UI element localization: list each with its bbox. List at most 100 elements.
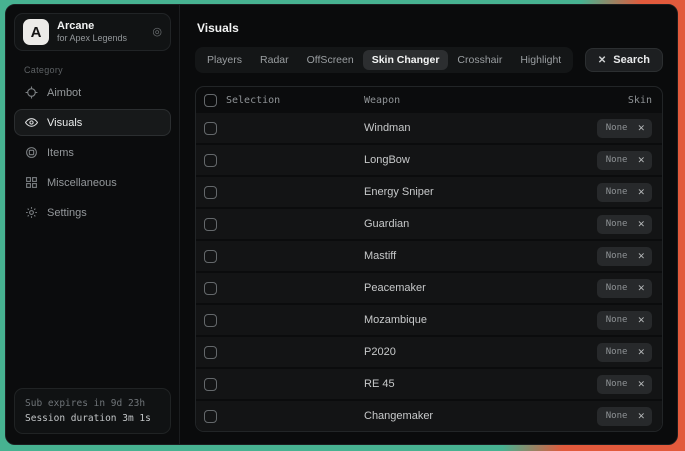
skin-value: None bbox=[606, 283, 628, 293]
table-row: Mastiff None ✕ bbox=[196, 241, 662, 271]
skin-value: None bbox=[606, 315, 628, 325]
weapon-name: Windman bbox=[364, 122, 572, 134]
table-row: Guardian None✕ bbox=[196, 209, 662, 239]
weapon-name: Mozambique bbox=[364, 314, 572, 326]
row-checkbox[interactable] bbox=[204, 218, 217, 231]
weapon-name: P2020 bbox=[364, 346, 572, 358]
table-row: LongBow None✕ bbox=[196, 145, 662, 175]
table-row: Energy Sniper None ✕ bbox=[196, 177, 662, 207]
page-title: Visuals bbox=[195, 17, 663, 47]
sidebar-item-items[interactable]: Items bbox=[14, 139, 171, 166]
clear-skin-icon[interactable]: ✕ bbox=[637, 315, 645, 326]
sidebar-item-miscellaneous[interactable]: Miscellaneous bbox=[14, 169, 171, 196]
profile-card: A Arcane for Apex Legends ◎ bbox=[14, 13, 171, 51]
toolbar: PlayersRadarOffScreenSkin ChangerCrossha… bbox=[195, 47, 663, 73]
sidebar-item-label: Settings bbox=[47, 207, 87, 219]
clear-skin-icon[interactable]: ✕ bbox=[637, 219, 645, 230]
app-logo: A bbox=[23, 19, 49, 45]
skin-select-chip[interactable]: None✕ bbox=[597, 151, 652, 170]
category-label: Category bbox=[24, 65, 171, 75]
skin-select-chip[interactable]: None ✕ bbox=[597, 119, 652, 138]
skin-table: Selection Weapon Skin WindmanNone✕LongBo… bbox=[195, 86, 663, 432]
tab-crosshair[interactable]: Crosshair bbox=[448, 50, 511, 70]
column-selection: Selection bbox=[226, 95, 280, 106]
tab-offscreen[interactable]: OffScreen bbox=[298, 50, 363, 70]
sidebar-item-settings[interactable]: Settings bbox=[14, 199, 171, 226]
select-all-checkbox[interactable] bbox=[204, 94, 217, 107]
clear-skin-icon[interactable]: ✕ bbox=[637, 411, 645, 422]
tab-radar[interactable]: Radar bbox=[251, 50, 298, 70]
weapon-name: RE 45 bbox=[364, 378, 572, 390]
sidebar-item-aimbot[interactable]: Aimbot bbox=[14, 79, 171, 106]
weapon-name: Energy Sniper bbox=[364, 186, 572, 198]
box-icon bbox=[25, 146, 38, 159]
sidebar-item-label: Items bbox=[47, 147, 74, 159]
table-row: P2020 None✕ bbox=[196, 337, 662, 367]
skin-select-chip[interactable]: None ✕ bbox=[597, 247, 652, 266]
row-checkbox[interactable] bbox=[204, 250, 217, 263]
sidebar: A Arcane for Apex Legends ◎ Category Aim… bbox=[6, 5, 179, 444]
table-row: Windman None ✕ bbox=[196, 113, 662, 143]
subscription-card: Sub expires in 9d 23h Session duration 3… bbox=[14, 388, 171, 434]
grid-icon bbox=[25, 176, 38, 189]
skin-select-chip[interactable]: None✕ bbox=[597, 343, 652, 362]
app-window: A Arcane for Apex Legends ◎ Category Aim… bbox=[5, 4, 678, 445]
clear-skin-icon[interactable]: ✕ bbox=[637, 379, 645, 390]
weapon-name: Mastiff bbox=[364, 250, 572, 262]
row-checkbox[interactable] bbox=[204, 122, 217, 135]
skin-value: None bbox=[606, 187, 628, 197]
table-header: Selection Weapon Skin bbox=[196, 87, 662, 113]
sub-expiry-text: Sub expires in 9d 23h bbox=[25, 396, 160, 411]
sidebar-item-label: Miscellaneous bbox=[47, 177, 117, 189]
skin-select-chip[interactable]: None ✕ bbox=[597, 279, 652, 298]
table-body: WindmanNone✕LongBowNone✕Energy SniperNon… bbox=[196, 113, 662, 431]
row-checkbox[interactable] bbox=[204, 154, 217, 167]
table-row: RE 45 None ✕ bbox=[196, 369, 662, 399]
clear-skin-icon[interactable]: ✕ bbox=[637, 251, 645, 262]
clear-skin-icon[interactable]: ✕ bbox=[637, 187, 645, 198]
app-subtitle: for Apex Legends bbox=[57, 33, 144, 44]
close-icon: ✕ bbox=[598, 55, 606, 66]
skin-select-chip[interactable]: None✕ bbox=[597, 215, 652, 234]
row-checkbox[interactable] bbox=[204, 282, 217, 295]
row-checkbox[interactable] bbox=[204, 378, 217, 391]
weapon-name: Changemaker bbox=[364, 410, 572, 422]
skin-select-chip[interactable]: None ✕ bbox=[597, 375, 652, 394]
sidebar-item-visuals[interactable]: Visuals bbox=[14, 109, 171, 136]
app-name: Arcane bbox=[57, 20, 144, 34]
row-checkbox[interactable] bbox=[204, 410, 217, 423]
skin-select-chip[interactable]: None ✕ bbox=[597, 311, 652, 330]
skin-value: None bbox=[606, 379, 628, 389]
crosshair-icon bbox=[25, 86, 38, 99]
main-panel: Visuals PlayersRadarOffScreenSkin Change… bbox=[179, 5, 677, 444]
skin-value: None bbox=[606, 251, 628, 261]
gear-icon bbox=[25, 206, 38, 219]
row-checkbox[interactable] bbox=[204, 186, 217, 199]
profile-settings-icon[interactable]: ◎ bbox=[152, 27, 162, 38]
tab-bar: PlayersRadarOffScreenSkin ChangerCrossha… bbox=[195, 47, 573, 73]
skin-value: None bbox=[606, 411, 628, 421]
sidebar-nav: Aimbot Visuals Items Miscellaneous Settings bbox=[14, 79, 171, 388]
clear-skin-icon[interactable]: ✕ bbox=[637, 283, 645, 294]
tab-players[interactable]: Players bbox=[198, 50, 251, 70]
sidebar-item-label: Aimbot bbox=[47, 87, 81, 99]
weapon-name: Peacemaker bbox=[364, 282, 572, 294]
session-duration-text: Session duration 3m 1s bbox=[25, 411, 160, 426]
skin-select-chip[interactable]: None ✕ bbox=[597, 183, 652, 202]
tab-skin-changer[interactable]: Skin Changer bbox=[363, 50, 449, 70]
table-row: Peacemaker None ✕ bbox=[196, 273, 662, 303]
row-checkbox[interactable] bbox=[204, 314, 217, 327]
weapon-name: Guardian bbox=[364, 218, 572, 230]
weapon-name: LongBow bbox=[364, 154, 572, 166]
clear-skin-icon[interactable]: ✕ bbox=[637, 347, 645, 358]
search-button[interactable]: ✕ Search bbox=[585, 48, 663, 72]
skin-select-chip[interactable]: None ✕ bbox=[597, 407, 652, 426]
search-button-label: Search bbox=[613, 54, 650, 66]
clear-skin-icon[interactable]: ✕ bbox=[637, 155, 645, 166]
row-checkbox[interactable] bbox=[204, 346, 217, 359]
column-weapon: Weapon bbox=[364, 95, 572, 106]
clear-skin-icon[interactable]: ✕ bbox=[637, 123, 645, 134]
skin-value: None bbox=[606, 123, 628, 133]
tab-highlight[interactable]: Highlight bbox=[511, 50, 570, 70]
eye-icon bbox=[25, 116, 38, 129]
